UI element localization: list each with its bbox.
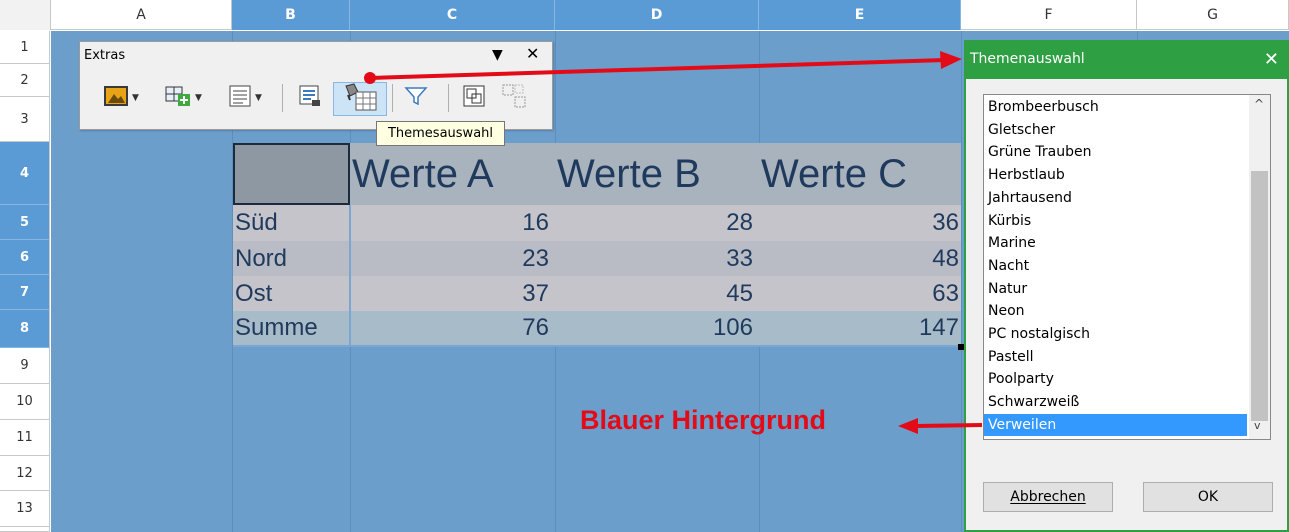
list-item[interactable]: Kürbis <box>984 210 1247 232</box>
dialog-title: Themenauswahl <box>970 51 1085 67</box>
ok-button-label: OK <box>1197 489 1219 505</box>
annotation-label: Blauer Hintergrund <box>580 405 827 435</box>
cell-summe-c[interactable]: 147 <box>761 311 959 345</box>
extras-toolbar[interactable]: Extras ▼ ✕ ▼ ▼ ▼ <box>79 41 553 130</box>
row-header-4[interactable]: 4 <box>0 142 50 205</box>
dialog-close-icon[interactable]: ✕ <box>1264 49 1279 70</box>
preview-icon <box>298 84 322 112</box>
list-item[interactable]: Grüne Trauben <box>984 141 1247 163</box>
theme-listbox[interactable]: Brombeerbusch Gletscher Grüne Trauben Herbs… <box>983 94 1271 440</box>
theme-icon <box>342 82 378 116</box>
cell-sued-c[interactable]: 36 <box>761 205 959 241</box>
select-all-corner[interactable] <box>0 0 51 30</box>
column-header-a[interactable]: A <box>51 0 232 30</box>
row-header-12[interactable]: 12 <box>0 456 50 491</box>
toolbar-title: Extras <box>84 48 126 63</box>
image-button[interactable]: ▼ <box>92 80 150 116</box>
list-button[interactable]: ▼ <box>218 80 272 116</box>
cell-sued-b[interactable]: 28 <box>557 205 753 241</box>
row-header-2[interactable]: 2 <box>0 64 50 97</box>
row-header-3[interactable]: 3 <box>0 97 50 142</box>
cancel-button-label: Abbrechen <box>1010 489 1086 505</box>
cell-nord-a[interactable]: 23 <box>352 241 549 276</box>
cell-ost-a[interactable]: 37 <box>352 276 549 311</box>
row-header-13[interactable]: 13 <box>0 491 50 527</box>
list-item[interactable]: PC nostalgisch <box>984 323 1247 345</box>
row-header-7[interactable]: 7 <box>0 275 50 310</box>
header-werte-b[interactable]: Werte B <box>557 143 761 205</box>
theme-selection-dialog[interactable]: Themenauswahl ✕ Brombeerbusch Gletscher Gr… <box>964 40 1289 532</box>
list-item[interactable]: Marine <box>984 232 1247 254</box>
cell-ost-b[interactable]: 45 <box>557 276 753 311</box>
header-werte-a[interactable]: Werte A <box>352 143 557 205</box>
filter-button[interactable] <box>398 80 434 116</box>
scrollbar-thumb[interactable] <box>1251 171 1268 421</box>
cancel-button[interactable]: Abbrechen <box>983 482 1113 512</box>
list-item[interactable]: Verweilen <box>984 413 1247 436</box>
toolbar-close-icon[interactable]: ✕ <box>526 44 539 63</box>
row-header-11[interactable]: 11 <box>0 420 50 456</box>
ok-button[interactable]: OK <box>1143 482 1273 512</box>
list-item[interactable]: Poolparty <box>984 368 1247 390</box>
ungroup-icon <box>501 83 527 113</box>
cell-nord-b[interactable]: 33 <box>557 241 753 276</box>
dialog-titlebar[interactable]: Themenauswahl ✕ <box>966 42 1287 79</box>
image-icon <box>103 85 129 111</box>
header-werte-c[interactable]: Werte C <box>761 143 961 205</box>
column-header-c[interactable]: C <box>350 0 555 30</box>
column-header-b[interactable]: B <box>232 0 350 30</box>
list-item[interactable]: Natur <box>984 278 1247 300</box>
list-item[interactable]: Herbstlaub <box>984 164 1247 186</box>
list-item[interactable]: Brombeerbusch <box>984 96 1247 118</box>
row-header-5[interactable]: 5 <box>0 205 50 240</box>
toolbar-separator <box>392 84 393 112</box>
list-icon <box>228 84 252 112</box>
row-header-partial <box>0 527 50 532</box>
scroll-down-icon[interactable]: v <box>1254 419 1261 432</box>
cell-sued-a[interactable]: 16 <box>352 205 549 241</box>
scroll-up-icon[interactable]: ^ <box>1254 97 1264 111</box>
list-item[interactable]: Pastell <box>984 346 1247 368</box>
cell-summe-b[interactable]: 106 <box>557 311 753 345</box>
cell-nord-c[interactable]: 48 <box>761 241 959 276</box>
tooltip: Themesauswahl <box>376 121 505 146</box>
ungroup-button[interactable] <box>496 80 532 116</box>
list-item[interactable]: Jahrtausend <box>984 187 1247 209</box>
column-header-d[interactable]: D <box>555 0 759 30</box>
filter-icon <box>404 84 428 112</box>
row-header-1[interactable]: 1 <box>0 31 50 64</box>
toolbar-separator <box>448 84 449 112</box>
insert-object-button[interactable]: ▼ <box>154 80 212 116</box>
column-header-f[interactable]: F <box>961 0 1137 30</box>
row-header-8[interactable]: 8 <box>0 310 50 348</box>
table-bottom-border <box>233 345 961 347</box>
cell-ost-c[interactable]: 63 <box>761 276 959 311</box>
group-button[interactable] <box>456 80 492 116</box>
cell-summe-a[interactable]: 76 <box>352 311 549 345</box>
table-header-corner-cell[interactable] <box>233 143 350 205</box>
toolbar-separator <box>282 84 283 112</box>
row-header-9[interactable]: 9 <box>0 348 50 384</box>
listbox-scrollbar[interactable]: ^ v <box>1249 95 1270 439</box>
column-header-e[interactable]: E <box>759 0 961 30</box>
list-item[interactable]: Gletscher <box>984 119 1247 141</box>
column-header-g[interactable]: G <box>1137 0 1289 30</box>
row-label-sued[interactable]: Süd <box>235 205 349 241</box>
row-label-ost[interactable]: Ost <box>235 276 349 311</box>
list-item[interactable]: Nacht <box>984 255 1247 277</box>
theme-selection-button[interactable] <box>333 82 387 116</box>
group-icon <box>462 84 486 112</box>
column-header-bar: A B C D E F G <box>0 0 1289 30</box>
list-item[interactable]: Neon <box>984 300 1247 322</box>
insert-object-icon <box>164 84 192 112</box>
row-label-summe[interactable]: Summe <box>235 311 349 345</box>
toolbar-menu-icon[interactable]: ▼ <box>492 47 503 63</box>
row-header-6[interactable]: 6 <box>0 240 50 275</box>
row-header-10[interactable]: 10 <box>0 384 50 420</box>
preview-button[interactable] <box>292 80 328 116</box>
list-item[interactable]: Schwarzweiß <box>984 391 1247 413</box>
row-label-nord[interactable]: Nord <box>235 241 349 276</box>
column-divider <box>349 205 351 347</box>
